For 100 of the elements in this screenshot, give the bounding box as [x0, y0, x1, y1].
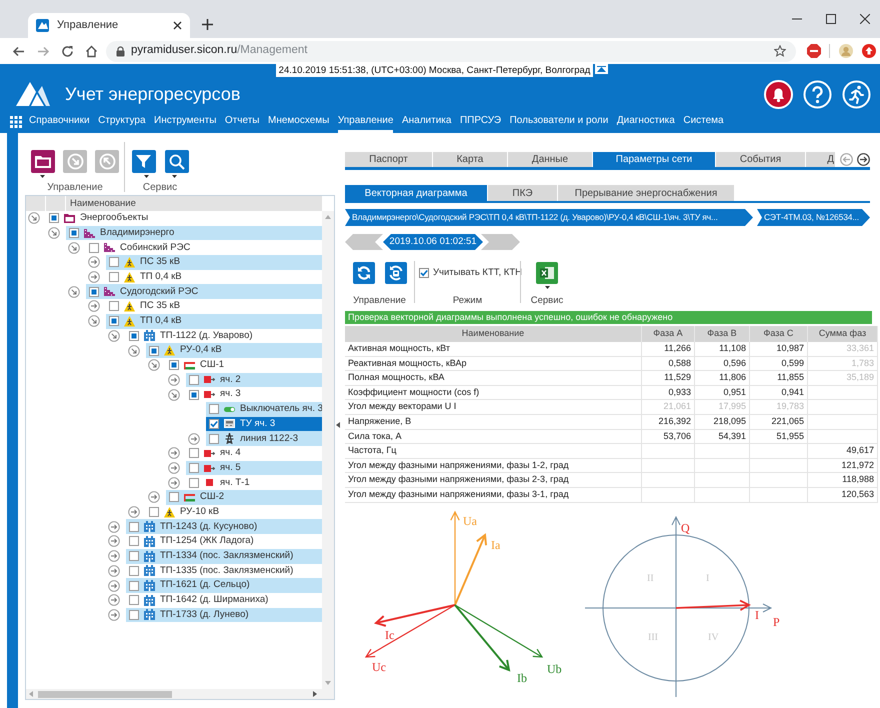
scroll-left-icon[interactable] [840, 153, 853, 166]
checkbox[interactable] [69, 228, 79, 238]
column-header[interactable]: Сумма фаз [808, 326, 878, 342]
bell-icon[interactable] [764, 80, 793, 108]
apps-grid-icon[interactable] [10, 116, 22, 128]
column-header[interactable]: Фаза C [750, 326, 808, 342]
checkbox[interactable] [129, 522, 139, 532]
nav-link[interactable]: Справочники [29, 111, 90, 133]
tree-row[interactable]: Владимирэнерго [66, 226, 322, 240]
checkbox[interactable] [129, 566, 139, 576]
scrollbar-thumb[interactable] [38, 690, 172, 698]
tree-row[interactable]: ТП 0,4 кВ [106, 270, 322, 284]
checkbox[interactable] [129, 595, 139, 606]
expand-button[interactable] [168, 462, 180, 474]
nav-link[interactable]: Управление [338, 111, 394, 133]
checkbox[interactable] [419, 268, 429, 278]
tree-row[interactable]: яч. 2 [186, 372, 322, 388]
checkbox[interactable] [189, 478, 199, 488]
tab[interactable]: Карта [433, 152, 508, 167]
checkbox[interactable] [109, 272, 119, 282]
checkbox[interactable] [189, 374, 199, 385]
splitter-arrow-icon[interactable] [336, 422, 340, 428]
close-icon[interactable] [173, 21, 182, 30]
checkbox[interactable] [89, 286, 99, 297]
checkbox[interactable] [149, 507, 159, 518]
column-header[interactable]: Фаза A [642, 326, 695, 342]
checkbox[interactable] [169, 492, 179, 502]
nav-link[interactable]: Аналитика [402, 111, 452, 133]
star-icon[interactable] [774, 45, 786, 57]
nav-link[interactable]: Инструменты [154, 111, 216, 133]
breadcrumb-link[interactable]: Владимирэнерго\Судогодский РЭС\ТП 0,4 кВ\ТП-1122 (д. Уварово)\РУ-0,4 кВ\СШ-1\яч. 3\ТУ яч... [345, 209, 753, 226]
forward-icon[interactable] [37, 44, 50, 58]
expand-button[interactable] [108, 535, 120, 548]
expand-button[interactable] [68, 286, 80, 298]
expand-button[interactable] [168, 476, 180, 489]
refresh-button[interactable] [352, 262, 374, 284]
expand-button[interactable] [88, 300, 100, 312]
tree-row[interactable]: ТУ яч. 3 [206, 416, 322, 432]
checkbox[interactable] [129, 580, 139, 591]
checkbox[interactable] [129, 330, 139, 341]
tab[interactable]: События [716, 152, 806, 167]
breadcrumb-link[interactable]: СЭТ-4ТМ.03, №126534... [757, 209, 870, 226]
checkbox[interactable] [209, 404, 219, 414]
new-tab-icon[interactable] [202, 19, 213, 30]
tab[interactable]: Векторная диаграмма [345, 185, 488, 201]
checkbox[interactable] [129, 610, 139, 620]
tree-row[interactable]: ТП-1122 (д. Уварово) [126, 328, 322, 344]
close-icon[interactable] [860, 14, 870, 24]
checkbox[interactable] [109, 301, 119, 312]
expand-button[interactable] [108, 330, 120, 342]
runner-icon[interactable] [842, 80, 871, 108]
tree-row[interactable]: ТП-1334 (пос. Заклязменский) [126, 548, 322, 564]
tree-row[interactable]: ТП-1335 (пос. Заклязменский) [126, 564, 322, 578]
nav-link[interactable]: ППРСУЭ [460, 111, 502, 133]
expand-button[interactable] [88, 256, 100, 268]
tree-row[interactable]: Судогодский РЭС [86, 284, 322, 300]
tree-row[interactable]: СШ-2 [166, 490, 322, 505]
tree-row[interactable]: ТП-1733 (д. Лунево) [126, 608, 322, 622]
expand-button[interactable] [148, 359, 160, 372]
expand-button[interactable] [108, 520, 120, 533]
checkbox[interactable] [209, 434, 219, 444]
checkbox[interactable] [129, 536, 139, 546]
tree-row[interactable]: ТП 0,4 кВ [106, 314, 322, 328]
checkbox[interactable] [129, 551, 139, 562]
column-header[interactable]: Наименование [66, 196, 322, 211]
tree-row[interactable]: линия 1122-3 [206, 431, 322, 446]
expand-button[interactable] [108, 550, 120, 562]
expand-button[interactable] [48, 227, 60, 240]
column-header[interactable]: Фаза B [695, 326, 750, 342]
expand-button[interactable] [28, 212, 40, 224]
expand-button[interactable] [88, 271, 100, 284]
tab[interactable]: Прерывание энергоснабжения [558, 185, 735, 201]
maximize-icon[interactable] [826, 14, 836, 24]
expand-button[interactable] [88, 315, 100, 328]
checkbox[interactable] [189, 448, 199, 458]
tab[interactable]: Данные [508, 152, 593, 167]
checkbox[interactable] [209, 418, 219, 429]
checkbox[interactable] [189, 390, 199, 400]
tree-row[interactable]: РУ-10 кВ [146, 504, 322, 520]
checkbox[interactable] [109, 316, 119, 326]
scroll-right-icon[interactable] [857, 153, 870, 166]
nav-link[interactable]: Отчеты [224, 111, 260, 133]
tree-row[interactable]: яч. 5 [186, 460, 322, 476]
nav-link[interactable]: Мнемосхемы [268, 111, 330, 133]
expand-button[interactable] [168, 447, 180, 460]
scroll-right-icon[interactable] [313, 691, 317, 697]
tree-row[interactable]: ПС 35 кВ [106, 255, 322, 270]
expand-button[interactable] [168, 388, 180, 401]
avatar-icon[interactable] [839, 44, 853, 58]
expand-button[interactable] [168, 374, 180, 386]
column-header[interactable]: Наименование [345, 326, 642, 342]
checkbox[interactable] [109, 257, 119, 268]
expand-button[interactable] [108, 594, 120, 606]
expand-button[interactable] [108, 564, 120, 577]
expand-button[interactable] [128, 506, 140, 518]
tab[interactable]: Параметры сети [593, 152, 716, 167]
checkbox[interactable] [149, 346, 159, 356]
expand-button[interactable] [148, 491, 160, 504]
expand-button[interactable] [128, 344, 140, 357]
browser-tab[interactable]: Управление [28, 13, 190, 38]
